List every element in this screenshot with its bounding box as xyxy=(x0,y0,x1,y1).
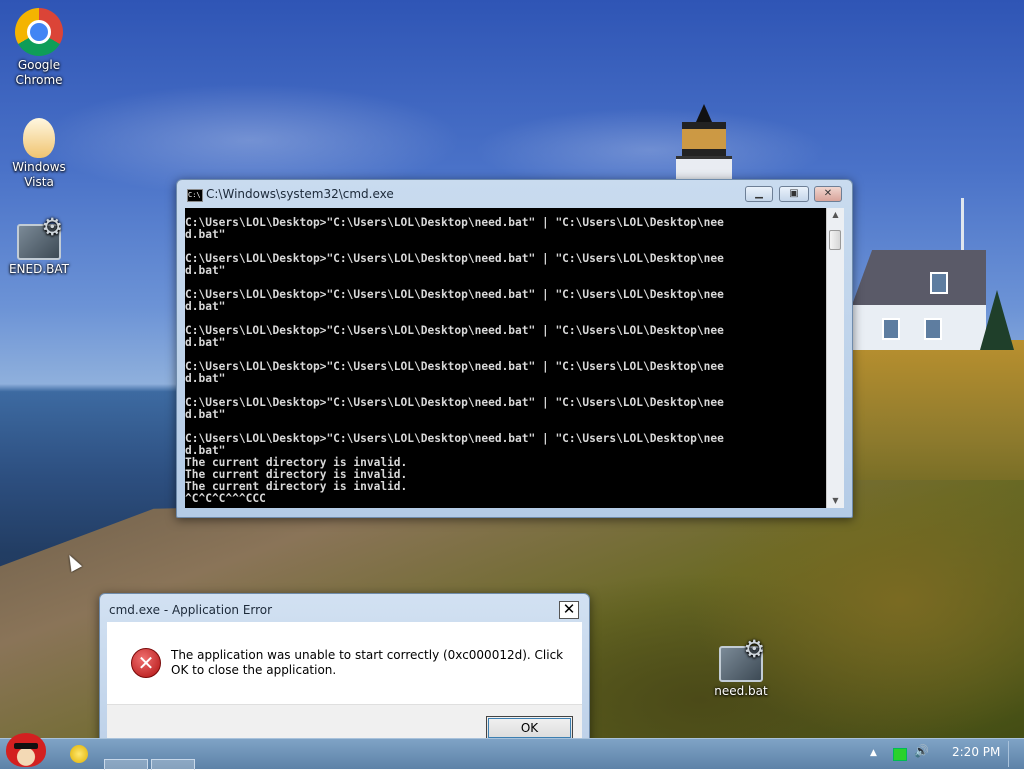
show-desktop-button[interactable] xyxy=(1008,741,1023,767)
chrome-icon xyxy=(15,8,63,56)
clock[interactable]: 2:20 PM xyxy=(952,745,1000,759)
show-hidden-icons-button[interactable]: ▲ xyxy=(870,748,877,758)
scroll-down-arrow[interactable]: ▼ xyxy=(827,494,844,508)
vertical-scrollbar[interactable]: ▲ ▼ xyxy=(826,208,844,508)
desktop-icon-label: need.bat xyxy=(714,684,768,698)
cmd-window[interactable]: C:\ C:\Windows\system32\cmd.exe ▁ ▣ ✕ C:… xyxy=(176,179,853,518)
wallpaper-lighthouse xyxy=(676,104,732,181)
desktop-icon-windows-vista[interactable]: Windows Vista xyxy=(2,118,76,190)
taskbar: ▲ 🔊 2:20 PM xyxy=(0,733,1024,770)
start-button[interactable] xyxy=(2,733,48,769)
application-error-dialog[interactable]: cmd.exe - Application Error ✕ ✕ The appl… xyxy=(99,593,590,758)
ok-button[interactable]: OK xyxy=(486,716,573,740)
minimize-button[interactable]: ▁ xyxy=(745,186,773,202)
taskbar-pinned-icon[interactable] xyxy=(70,745,88,763)
error-icon: ✕ xyxy=(131,648,161,678)
network-icon[interactable] xyxy=(893,748,907,761)
taskbar-button-error[interactable] xyxy=(151,759,195,770)
error-message: The application was unable to start corr… xyxy=(171,648,564,677)
dialog-close-button[interactable]: ✕ xyxy=(559,601,579,619)
scroll-thumb[interactable] xyxy=(829,230,841,250)
maximize-button[interactable]: ▣ xyxy=(779,186,809,202)
desktop-icon-need-bat[interactable]: need.bat xyxy=(704,640,778,699)
batch-file-icon xyxy=(17,220,63,260)
console-icon: C:\ xyxy=(187,189,203,202)
scroll-up-arrow[interactable]: ▲ xyxy=(827,208,844,222)
cmd-title: C:\Windows\system32\cmd.exe xyxy=(206,187,394,201)
desktop-icon-label: Windows Vista xyxy=(12,160,66,189)
taskbar-button-cmd[interactable] xyxy=(104,759,148,770)
desktop-icon-ened-bat[interactable]: ENED.BAT xyxy=(2,218,76,277)
desktop-icon-chrome[interactable]: Google Chrome xyxy=(2,8,76,88)
dialog-title: cmd.exe - Application Error xyxy=(109,603,273,617)
desktop-icon-label: Google Chrome xyxy=(15,58,63,87)
console-text: C:\Users\LOL\Desktop>"C:\Users\LOL\Deskt… xyxy=(185,216,724,505)
batch-file-icon xyxy=(719,642,765,682)
desktop-icon-label: ENED.BAT xyxy=(8,262,70,276)
dialog-body: ✕ The application was unable to start co… xyxy=(107,622,582,751)
cmd-titlebar[interactable]: C:\ C:\Windows\system32\cmd.exe ▁ ▣ ✕ xyxy=(177,180,852,208)
wallpaper-house xyxy=(852,250,986,350)
egg-icon xyxy=(23,118,55,158)
console-output[interactable]: C:\Users\LOL\Desktop>"C:\Users\LOL\Deskt… xyxy=(185,208,826,508)
volume-icon[interactable]: 🔊 xyxy=(914,744,929,758)
angry-bird-icon xyxy=(6,733,46,767)
close-button[interactable]: ✕ xyxy=(814,186,842,202)
